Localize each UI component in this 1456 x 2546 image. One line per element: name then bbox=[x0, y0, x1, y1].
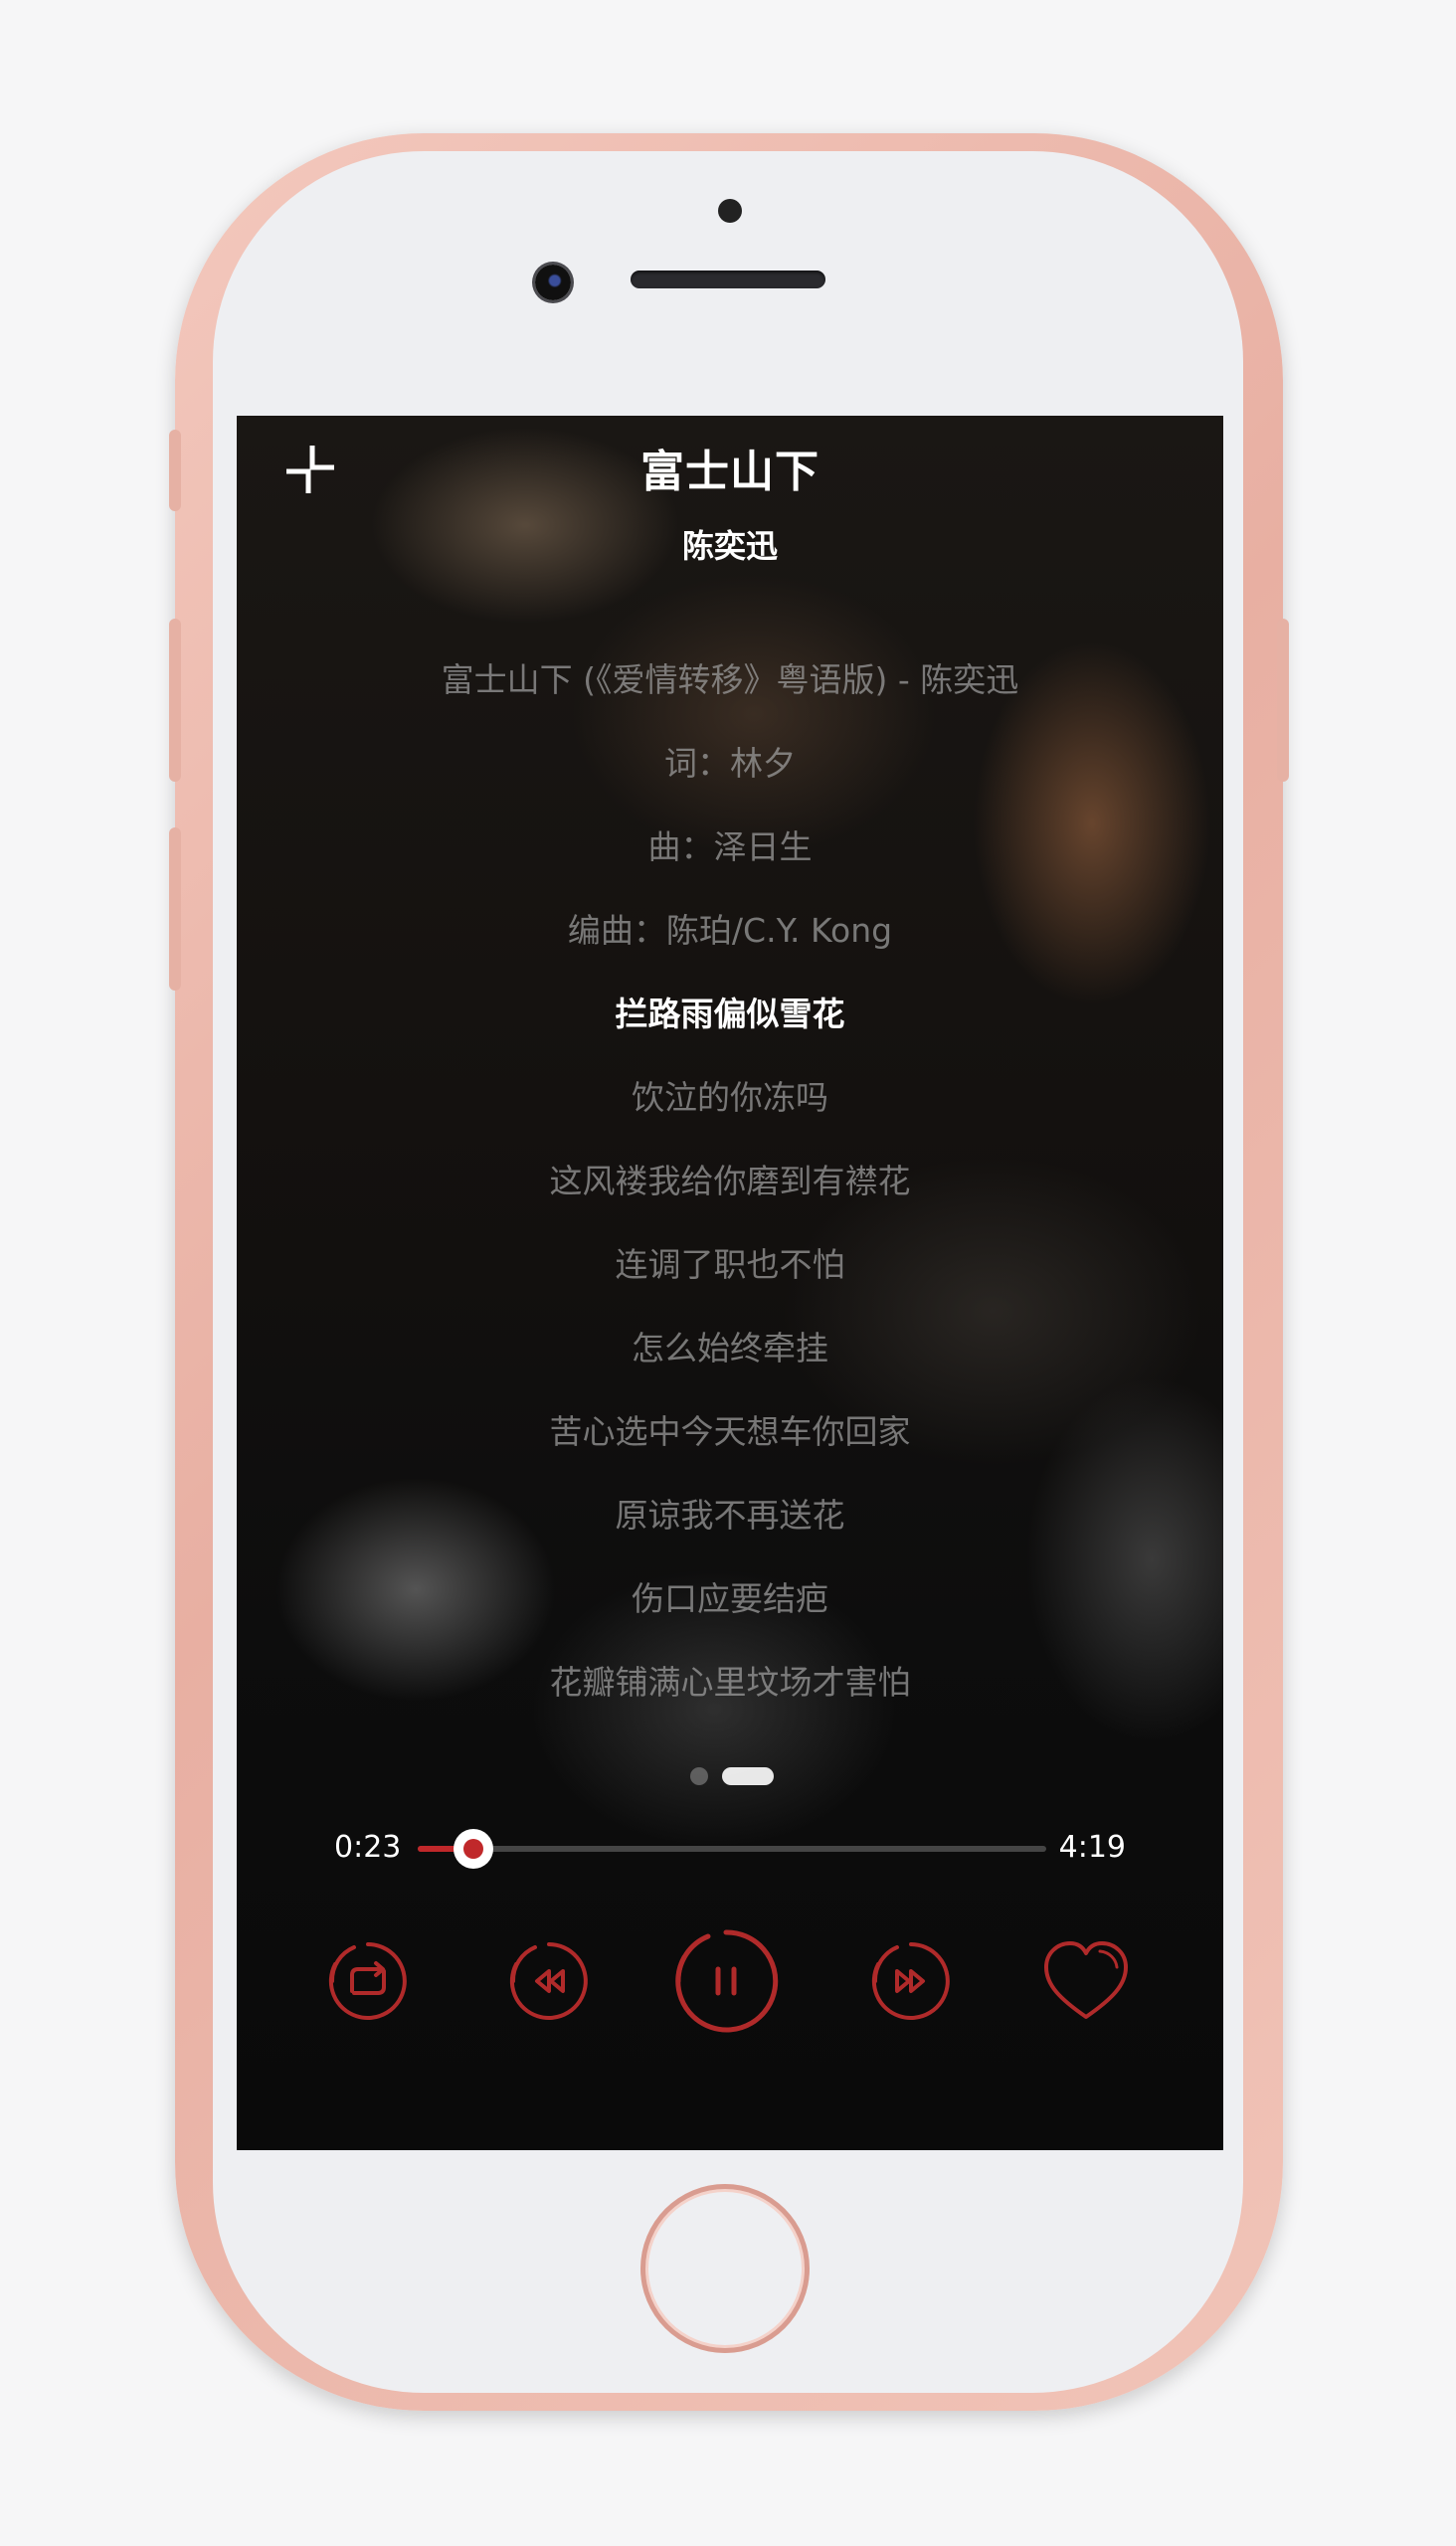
lyric-line: 编曲：陈珀/C.Y. Kong bbox=[567, 911, 893, 950]
lyric-line: 连调了职也不怕 bbox=[615, 1245, 845, 1284]
lyric-line: 花瓣铺满心里坟场才害怕 bbox=[549, 1663, 911, 1702]
song-title: 富士山下 bbox=[640, 447, 819, 497]
progress-bar[interactable] bbox=[418, 1829, 1046, 1869]
lyric-line: 怎么始终牵挂 bbox=[632, 1329, 828, 1367]
repeat-icon bbox=[328, 1942, 407, 2020]
page-dot[interactable] bbox=[690, 1767, 708, 1785]
progress-thumb[interactable] bbox=[454, 1829, 494, 1869]
rewind-icon bbox=[509, 1942, 588, 2020]
heart-icon bbox=[1044, 1941, 1128, 2019]
fast-forward-icon bbox=[871, 1942, 950, 2020]
lyric-line: 饮泣的你冻吗 bbox=[632, 1078, 828, 1117]
song-artist: 陈奕迅 bbox=[681, 527, 778, 565]
rewind-button[interactable] bbox=[505, 1937, 593, 2025]
mute-switch bbox=[169, 430, 181, 511]
lyric-line: 这风褛我给你磨到有襟花 bbox=[549, 1162, 911, 1200]
lyric-line: 曲：泽日生 bbox=[647, 827, 813, 866]
front-camera bbox=[535, 265, 571, 300]
page-dot-active[interactable] bbox=[722, 1767, 774, 1785]
elapsed-time: 0:23 bbox=[334, 1830, 402, 1865]
fast-forward-button[interactable] bbox=[867, 1937, 955, 2025]
volume-down-button bbox=[169, 827, 181, 991]
lyric-line: 苦心选中今天想车你回家 bbox=[549, 1412, 911, 1451]
lyric-line: 原谅我不再送花 bbox=[615, 1496, 845, 1535]
home-button[interactable] bbox=[640, 2184, 810, 2353]
pause-icon bbox=[675, 1929, 779, 2033]
proximity-sensor bbox=[718, 199, 742, 223]
earpiece-speaker bbox=[631, 271, 825, 288]
lyric-line: 词：林夕 bbox=[664, 744, 796, 783]
lyric-line: 伤口应要结疤 bbox=[632, 1579, 828, 1618]
volume-up-button bbox=[169, 619, 181, 782]
lyrics-list[interactable]: 富士山下 (《爱情转移》粤语版) - 陈奕迅 词：林夕 曲：泽日生 编曲：陈珀/… bbox=[237, 638, 1223, 1725]
total-time: 4:19 bbox=[1058, 1830, 1126, 1865]
favorite-button[interactable] bbox=[1040, 1937, 1132, 2025]
lyric-line: 富士山下 (《爱情转移》粤语版) - 陈奕迅 bbox=[441, 660, 1019, 699]
power-button bbox=[1277, 619, 1289, 782]
repeat-button[interactable] bbox=[324, 1937, 412, 2025]
playback-controls bbox=[237, 1917, 1223, 2047]
player-screen: 富士山下 陈奕迅 富士山下 (《爱情转移》粤语版) - 陈奕迅 词：林夕 曲：泽… bbox=[237, 416, 1223, 2150]
lyric-line: 拦路雨偏似雪花 bbox=[615, 995, 845, 1033]
pause-button[interactable] bbox=[672, 1927, 780, 2035]
page-indicator bbox=[241, 1766, 1223, 1786]
device-mockup: 富士山下 陈奕迅 富士山下 (《爱情转移》粤语版) - 陈奕迅 词：林夕 曲：泽… bbox=[0, 0, 1456, 2546]
